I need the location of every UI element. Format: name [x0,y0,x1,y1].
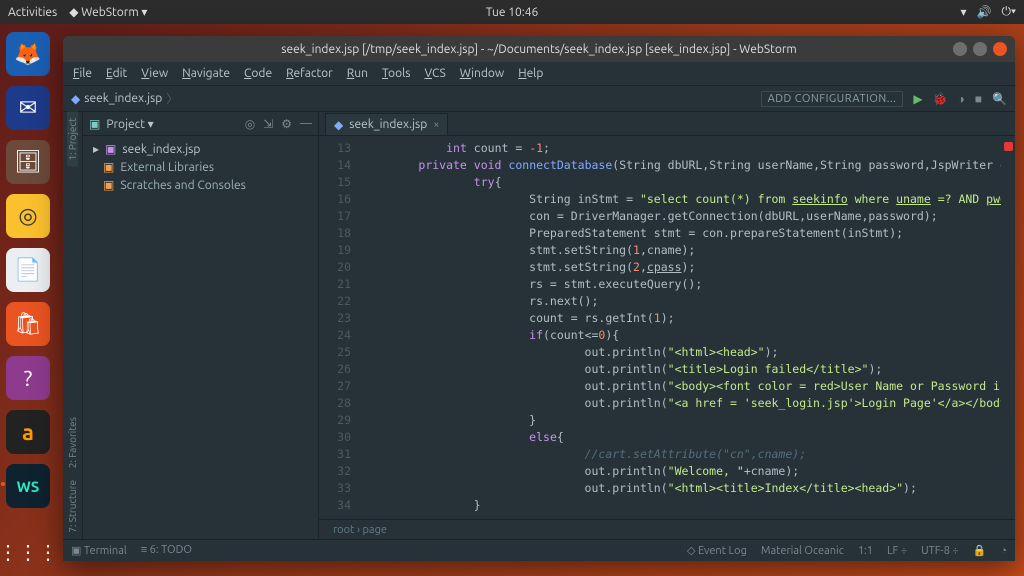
menu-code[interactable]: Code [244,67,272,80]
activities-button[interactable]: Activities [8,6,57,19]
window-close-button[interactable] [993,42,1007,56]
power-icon[interactable]: ⏻▾ [1001,5,1016,19]
line-ending[interactable]: LF ÷ [887,545,907,557]
menu-tools[interactable]: Tools [382,67,411,80]
menu-vcs[interactable]: VCS [424,67,445,80]
dock-writer[interactable]: 📄 [6,248,50,292]
breadcrumb-root[interactable]: ◆ seek_index.jsp 〉 [71,90,178,107]
window-max-button[interactable] [973,42,987,56]
dock-help[interactable]: ? [6,356,50,400]
toolwindow-terminal[interactable]: ▣ Terminal [71,544,127,557]
stop-icon[interactable]: ■ [975,92,982,106]
dock-amazon[interactable]: a [6,410,50,454]
menu-window[interactable]: Window [460,67,504,80]
dock-webstorm[interactable]: WS [6,464,50,508]
close-tab-icon[interactable]: × [433,119,439,131]
toolwindow-favorites[interactable]: 2: Favorites [67,411,78,474]
readonly-lock-icon[interactable]: 🔒 [973,544,987,557]
toolwindow-todo[interactable]: ≡ 6: TODO [141,544,192,557]
project-toolwindow: ▣ Project ▾ ◎ ⇲ ⚙ — ▸ ▣ seek_index.jsp▣ … [83,112,319,539]
ide-window: seek_index.jsp [/tmp/seek_index.jsp] - ~… [63,36,1015,561]
tree-item[interactable]: ▣ External Libraries [89,158,312,176]
app-menu[interactable]: ◆ WebStorm ▾ [69,5,147,19]
toolwindow-structure[interactable]: 7: Structure [67,474,78,539]
menu-file[interactable]: File [73,67,92,80]
tree-item[interactable]: ▣ Scratches and Consoles [89,176,312,194]
clock[interactable]: Tue 10:46 [486,6,539,19]
window-title: seek_index.jsp [/tmp/seek_index.jsp] - ~… [281,43,797,56]
dock-files[interactable]: 🗄 [6,140,50,184]
jsp-file-icon: ◆ [334,118,343,132]
gear-icon[interactable]: ⚙ [281,117,292,131]
dock-show-apps[interactable]: ⋮⋮⋮ [0,540,58,564]
main-area: 1: Project 2: Favorites 7: Structure ▣ P… [63,112,1015,539]
editor-tabs: ◆ seek_index.jsp × [319,112,1015,136]
run-with-coverage-icon[interactable]: ◑ [958,92,965,106]
dock-thunderbird[interactable]: ✉ [6,86,50,130]
menu-navigate[interactable]: Navigate [182,67,230,80]
desktop-topbar: Activities ◆ WebStorm ▾ Tue 10:46 ▾ 🔊 ⏻▾ [0,0,1024,24]
editor-area: ◆ seek_index.jsp × 13 14 15 16 17 18 19 … [319,112,1015,539]
locate-icon[interactable]: ◎ [245,117,255,131]
left-tool-strip: 1: Project 2: Favorites 7: Structure [63,112,83,539]
folder-icon: ▣ [89,117,100,131]
dock-firefox[interactable]: 🦊 [6,32,50,76]
window-min-button[interactable] [953,42,967,56]
chevron-right-icon: 〉 [166,90,178,107]
status-bar: ▣ Terminal ≡ 6: TODO ◇ Event Log Materia… [63,539,1015,561]
window-titlebar[interactable]: seek_index.jsp [/tmp/seek_index.jsp] - ~… [63,36,1015,62]
menu-edit[interactable]: Edit [106,67,127,80]
dock-rhythmbox[interactable]: ◎ [6,194,50,238]
webstorm-icon: ◆ [69,6,78,19]
debug-icon[interactable]: 🐞 [933,92,948,106]
encoding[interactable]: UTF-8 ÷ [921,545,959,557]
menu-refactor[interactable]: Refactor [286,67,333,80]
editor-tab[interactable]: ◆ seek_index.jsp × [325,113,448,135]
misc-status-icon[interactable]: ◔ [1000,545,1007,557]
line-gutter: 13 14 15 16 17 18 19 20 21 22 23 24 25 2… [319,136,357,519]
volume-icon[interactable]: 🔊 [977,5,992,19]
tree-item[interactable]: ▸ ▣ seek_index.jsp [89,140,312,158]
theme-indicator[interactable]: Material Oceanic [761,545,844,557]
toolwindow-project[interactable]: 1: Project [67,112,78,167]
menu-run[interactable]: Run [347,67,368,80]
search-everywhere-icon[interactable]: 🔍 [992,92,1007,106]
editor-breadcrumb[interactable]: root › page [319,519,1015,539]
collapse-icon[interactable]: ⇲ [263,117,273,131]
menu-help[interactable]: Help [518,67,543,80]
error-marker[interactable] [1004,142,1013,151]
network-icon[interactable]: ▾ [960,5,966,19]
project-view-selector[interactable]: Project ▾ [106,117,153,131]
menu-bar: File Edit View Navigate Code Refactor Run Tools… [63,62,1015,86]
caret-position[interactable]: 1:1 [858,545,873,557]
event-log-button[interactable]: ◇ Event Log [687,544,747,557]
dock-software[interactable]: 🛍 [6,302,50,346]
jsp-file-icon: ◆ [71,92,80,106]
add-configuration-button[interactable]: ADD CONFIGURATION... [761,91,904,107]
run-icon[interactable]: ▶ [913,92,922,106]
hide-panel-icon[interactable]: — [300,117,312,131]
dock: 🦊 ✉ 🗄 ◎ 📄 🛍 ? a WS ⋮⋮⋮ [0,24,56,576]
menu-view[interactable]: View [141,67,168,80]
navigation-bar: ◆ seek_index.jsp 〉 ADD CONFIGURATION... … [63,86,1015,112]
error-stripe[interactable] [1001,136,1015,519]
code-editor[interactable]: 13 14 15 16 17 18 19 20 21 22 23 24 25 2… [319,136,1015,519]
